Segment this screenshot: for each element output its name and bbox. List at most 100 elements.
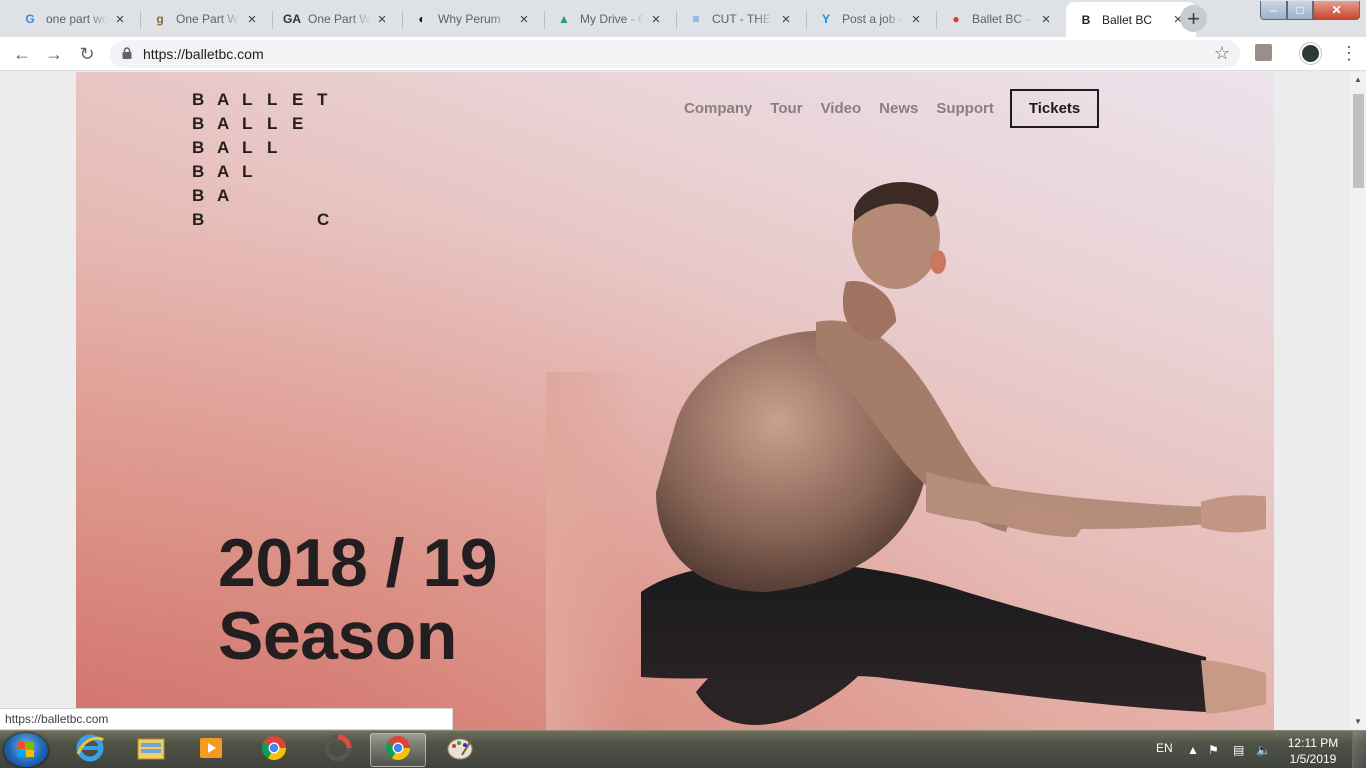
system-clock[interactable]: 12:11 PM 1/5/2019 [1283, 735, 1343, 767]
start-button[interactable] [4, 733, 48, 767]
media-player-icon [198, 735, 224, 766]
show-desktop-button[interactable] [1352, 731, 1366, 768]
reload-icon[interactable]: ↻ [75, 42, 99, 66]
scroll-down-arrow-icon[interactable]: ▼ [1350, 714, 1366, 730]
logo-letter [267, 162, 292, 186]
tab-title: Ballet BC — [972, 12, 1034, 26]
action-center-flag-icon[interactable]: ⚑ [1208, 743, 1219, 757]
logo-letter: E [292, 114, 304, 133]
taskbar-button[interactable] [62, 733, 118, 767]
chrome-icon [260, 734, 288, 767]
browser-tab[interactable]: B Ballet BC × [1066, 2, 1196, 37]
minimize-button[interactable]: – [1260, 1, 1287, 20]
network-icon[interactable]: ▤ [1233, 743, 1244, 757]
tab-close-icon[interactable]: × [112, 11, 128, 28]
logo-letter: L [267, 138, 278, 157]
browser-tab[interactable]: ● Ballet BC — × [936, 4, 1064, 34]
nav-link-support[interactable]: Support [936, 100, 994, 117]
nav-link-tour[interactable]: Tour [770, 100, 802, 117]
browser-tab[interactable]: ≡ CUT - THE P × [676, 4, 804, 34]
tab-close-icon[interactable]: × [516, 11, 532, 28]
close-window-button[interactable]: ✕ [1313, 1, 1360, 20]
logo-letter: A [217, 90, 230, 109]
browser-tab[interactable]: ▲ My Drive - G × [544, 4, 674, 34]
dancer-image [546, 181, 1266, 730]
pdf-extension-icon[interactable] [1255, 44, 1272, 61]
windows-logo-icon [17, 742, 34, 757]
tab-title: One Part Wo [308, 12, 370, 26]
forward-icon[interactable]: → [42, 42, 66, 66]
goodreads-icon: g [156, 12, 164, 26]
show-hidden-icons-icon[interactable]: ▲ [1187, 743, 1199, 757]
logo-letter: L [242, 114, 253, 133]
logo-letter: L [267, 90, 278, 109]
profile-avatar-icon[interactable] [1300, 43, 1321, 64]
language-indicator[interactable]: EN [1156, 741, 1173, 755]
google-icon: G [25, 12, 35, 26]
taskbar-button[interactable] [432, 733, 488, 767]
logo-letter [292, 186, 317, 210]
nav-link-company[interactable]: Company [684, 100, 752, 117]
hero-section: BALLETBALLEBALLBALBABC Company Tour Video N… [76, 72, 1274, 730]
nav-link-video[interactable]: Video [821, 100, 862, 117]
logo-letter [292, 138, 317, 162]
logo-letter: B [192, 162, 205, 181]
logo-letter [317, 162, 342, 186]
maximize-button[interactable]: □ [1287, 1, 1313, 20]
tab-close-icon[interactable]: × [1038, 11, 1054, 28]
drive-icon: ▲ [558, 12, 570, 26]
taskbar-button[interactable] [123, 733, 179, 767]
tab-title: Ballet BC [1102, 12, 1153, 27]
volume-icon[interactable]: 🔈 [1256, 743, 1271, 757]
tab-close-icon[interactable]: × [648, 11, 664, 28]
browser-tab[interactable]: Gone part wo × [10, 4, 138, 34]
new-tab-button[interactable]: + [1180, 5, 1207, 32]
logo-row: BALLET [192, 90, 342, 114]
scroll-up-arrow-icon[interactable]: ▲ [1350, 72, 1366, 88]
clock-date: 1/5/2019 [1289, 752, 1337, 766]
address-bar[interactable]: https://balletbc.com ☆ [110, 40, 1240, 68]
logo-row: BALL [192, 138, 342, 162]
chrome-icon [384, 734, 412, 767]
yuppi-icon: Y [821, 12, 830, 26]
docs-icon: ≡ [692, 12, 700, 26]
tab-close-icon[interactable]: × [244, 11, 260, 28]
taskbar-button[interactable] [370, 733, 426, 767]
tab-close-icon[interactable]: × [374, 11, 390, 28]
tab-strip: Gone part wo×gOne Part W×GAOne Part Wo×◐… [0, 0, 1366, 37]
browser-tab[interactable]: g One Part W × [140, 4, 270, 34]
menu-icon[interactable]: ⋮ [1340, 42, 1358, 64]
logo-letter [242, 210, 267, 234]
ga-icon: GA [283, 12, 301, 26]
tab-title: One Part W [176, 12, 239, 26]
medium-icon: ◐ [418, 12, 426, 26]
url-text[interactable]: https://balletbc.com [143, 46, 264, 62]
tab-close-icon[interactable]: × [778, 11, 794, 28]
logo-letter: A [217, 138, 230, 157]
logo-row: BC [192, 210, 342, 234]
scroll-thumb[interactable] [1353, 94, 1364, 188]
logo-letter [267, 210, 292, 234]
taskbar-button[interactable] [310, 733, 366, 767]
browser-toolbar: ← → ↻ https://balletbc.com ☆ [0, 37, 1366, 71]
tab-title: CUT - THE P [712, 12, 774, 26]
explorer-icon [136, 735, 166, 766]
bookmark-star-icon[interactable]: ☆ [1214, 43, 1230, 64]
logo-letter: L [242, 162, 253, 181]
tab-title: Post a job - [842, 12, 903, 26]
tab-close-icon[interactable]: × [908, 11, 924, 28]
ballet-bc-icon: B [1081, 12, 1091, 27]
nav-link-news[interactable]: News [879, 100, 918, 117]
logo-letter [317, 186, 342, 210]
vertical-scrollbar[interactable]: ▲ ▼ [1350, 72, 1366, 730]
logo-row: BALLE [192, 114, 342, 138]
browser-tab[interactable]: ◐ Why Perum × [402, 4, 542, 34]
tickets-button[interactable]: Tickets [1009, 89, 1100, 128]
logo-letter [292, 162, 317, 186]
browser-tab[interactable]: Y Post a job - × [806, 4, 934, 34]
browser-tab[interactable]: GA One Part Wo × [272, 4, 400, 34]
taskbar-button[interactable] [183, 733, 239, 767]
taskbar-button[interactable] [246, 733, 302, 767]
back-icon[interactable]: ← [10, 42, 34, 66]
ballet-bc-logo[interactable]: BALLETBALLEBALLBALBABC [192, 90, 342, 234]
